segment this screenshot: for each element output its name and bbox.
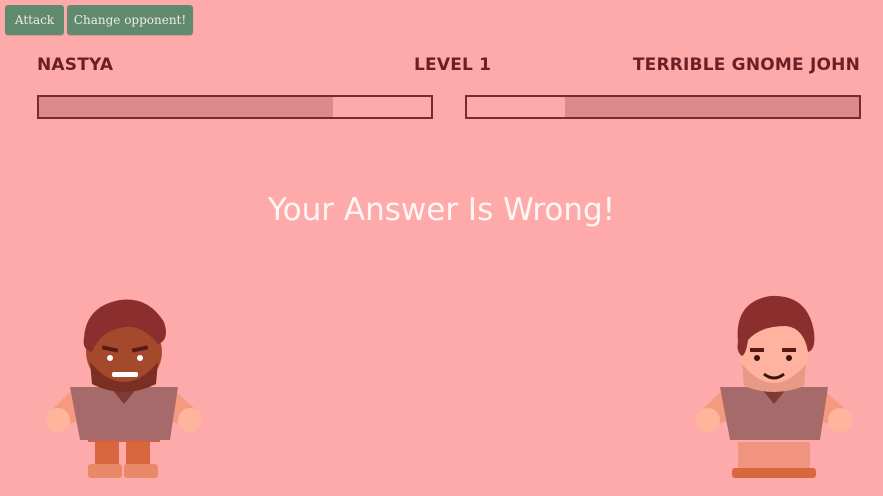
- player-character: [46, 299, 202, 478]
- opponent-name: TERRIBLE GNOME JOHN: [632, 55, 860, 75]
- opponent-health-fill: [565, 97, 859, 117]
- attack-button[interactable]: Attack: [5, 5, 64, 35]
- opponent-character: [696, 295, 852, 478]
- opponent-health-bar: [465, 95, 861, 119]
- player-health-bar: [37, 95, 433, 119]
- result-message: Your Answer Is Wrong!: [267, 192, 616, 228]
- change-opponent-button[interactable]: Change opponent!: [67, 5, 193, 35]
- player-name: NASTYA: [37, 55, 114, 75]
- player-health-fill: [39, 97, 333, 117]
- level-label: LEVEL 1: [414, 55, 492, 75]
